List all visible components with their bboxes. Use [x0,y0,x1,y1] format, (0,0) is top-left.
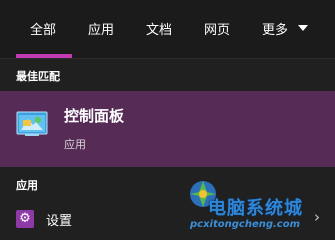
chevron-right-icon[interactable]: › [314,208,320,226]
tab-documents[interactable]: 文档 [146,19,172,41]
tab-web[interactable]: 网页 [204,19,230,41]
tab-apps[interactable]: 应用 [88,19,114,41]
search-results-panel: 全部 应用 文档 网页 更多 最佳匹配 控制面板 应用 应用 ⚙ 设置 › 电脑… [0,0,335,240]
chevron-down-icon[interactable] [298,25,308,31]
best-match-title: 控制面板 [64,107,125,125]
best-match-heading: 最佳匹配 [16,70,60,83]
apps-heading: 应用 [16,179,38,192]
best-match-subtitle: 应用 [64,138,86,151]
app-item-settings[interactable]: ⚙ 设置 › [0,204,335,236]
search-tab-bar: 全部 应用 文档 网页 更多 [0,0,335,58]
best-match-item-control-panel[interactable]: 控制面板 应用 [0,91,335,167]
tab-more[interactable]: 更多 [262,19,288,41]
gear-icon: ⚙ [16,210,34,228]
tab-all[interactable]: 全部 [30,19,56,41]
control-panel-icon [16,111,48,136]
tab-divider [0,58,335,59]
app-item-label: 设置 [46,214,73,229]
